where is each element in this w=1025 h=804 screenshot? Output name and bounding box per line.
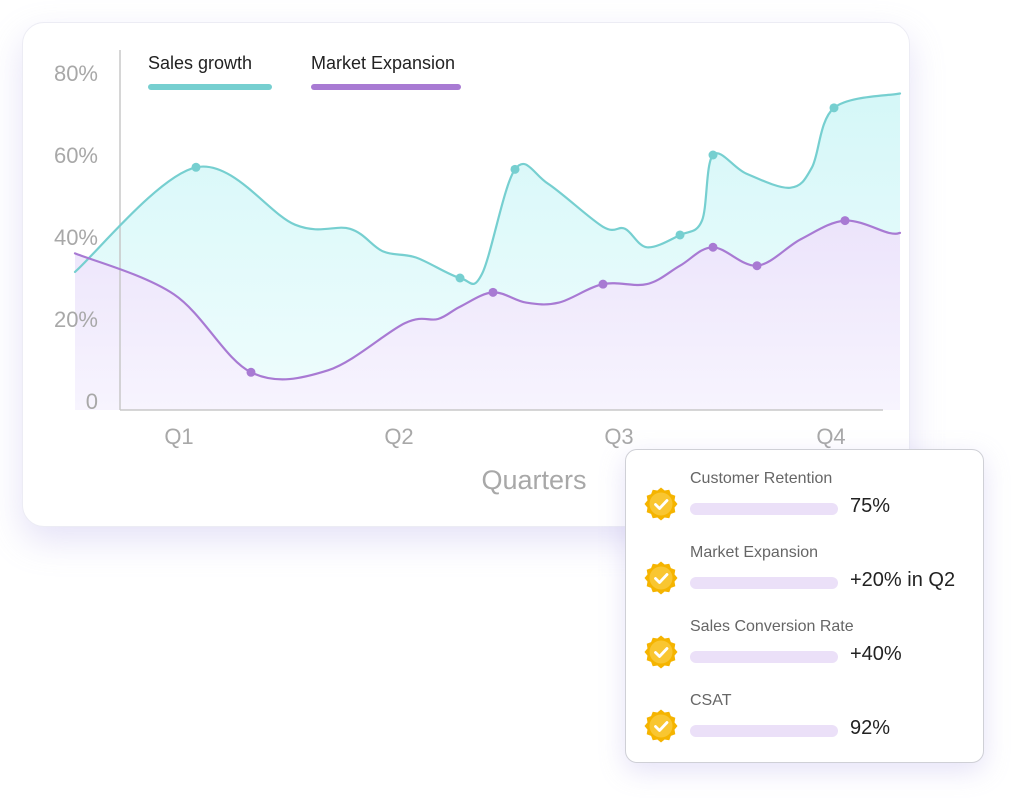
metric-label: CSAT bbox=[690, 692, 732, 709]
metric-csat: CSAT 92% bbox=[626, 691, 983, 755]
legend-label: Market Expansion bbox=[311, 53, 456, 73]
check-badge-icon bbox=[644, 709, 678, 743]
y-tick-label: 60% bbox=[54, 143, 98, 168]
data-point bbox=[708, 242, 718, 252]
metric-label: Customer Retention bbox=[690, 470, 833, 487]
metric-value: +20% in Q2 bbox=[850, 569, 956, 591]
metric-bar bbox=[690, 503, 838, 515]
metric-bar bbox=[690, 651, 838, 663]
legend-swatch bbox=[311, 84, 461, 90]
data-point bbox=[455, 273, 465, 283]
check-badge-icon bbox=[644, 487, 678, 521]
y-tick-label: 80% bbox=[54, 61, 98, 86]
check-badge-icon bbox=[644, 561, 678, 595]
metric-bar bbox=[690, 577, 838, 589]
metric-sales-conversion-rate: Sales Conversion Rate +40% bbox=[626, 617, 983, 681]
metric-label: Market Expansion bbox=[690, 544, 819, 561]
legend-item-sales-growth: Sales growth bbox=[148, 53, 272, 90]
data-point bbox=[510, 164, 520, 174]
metric-bar bbox=[690, 725, 838, 737]
legend-label: Sales growth bbox=[148, 53, 253, 73]
data-point bbox=[708, 150, 718, 160]
metric-value: 92% bbox=[850, 717, 891, 739]
y-tick-label: 0 bbox=[86, 389, 98, 414]
data-point bbox=[675, 230, 685, 240]
legend-item-market-expansion: Market Expansion bbox=[311, 53, 461, 90]
metric-market-expansion: Market Expansion +20% in Q2 bbox=[626, 543, 983, 607]
data-point bbox=[488, 287, 498, 297]
legend-swatch bbox=[148, 84, 272, 90]
badge-inner bbox=[649, 714, 673, 738]
x-tick-label: Q2 bbox=[384, 424, 413, 449]
metrics-card: Customer Retention 75% Market Expansion … bbox=[625, 449, 984, 763]
data-point bbox=[840, 216, 850, 226]
metric-value: 75% bbox=[850, 495, 891, 517]
data-point bbox=[246, 367, 256, 377]
badge-inner bbox=[649, 566, 673, 590]
x-tick-label: Q3 bbox=[604, 424, 633, 449]
x-tick-label: Q4 bbox=[816, 424, 845, 449]
x-tick-label: Q1 bbox=[164, 424, 193, 449]
data-point bbox=[598, 279, 608, 289]
x-axis-title: Quarters bbox=[481, 465, 586, 495]
y-tick-label: 20% bbox=[54, 307, 98, 332]
check-badge-icon bbox=[644, 635, 678, 669]
data-point bbox=[829, 103, 839, 113]
metric-label: Sales Conversion Rate bbox=[690, 618, 854, 635]
metric-customer-retention: Customer Retention 75% bbox=[626, 469, 983, 533]
badge-inner bbox=[649, 492, 673, 516]
metric-value: +40% bbox=[850, 643, 902, 665]
badge-inner bbox=[649, 640, 673, 664]
data-point bbox=[752, 261, 762, 271]
y-tick-label: 40% bbox=[54, 225, 98, 250]
data-point bbox=[191, 162, 201, 172]
